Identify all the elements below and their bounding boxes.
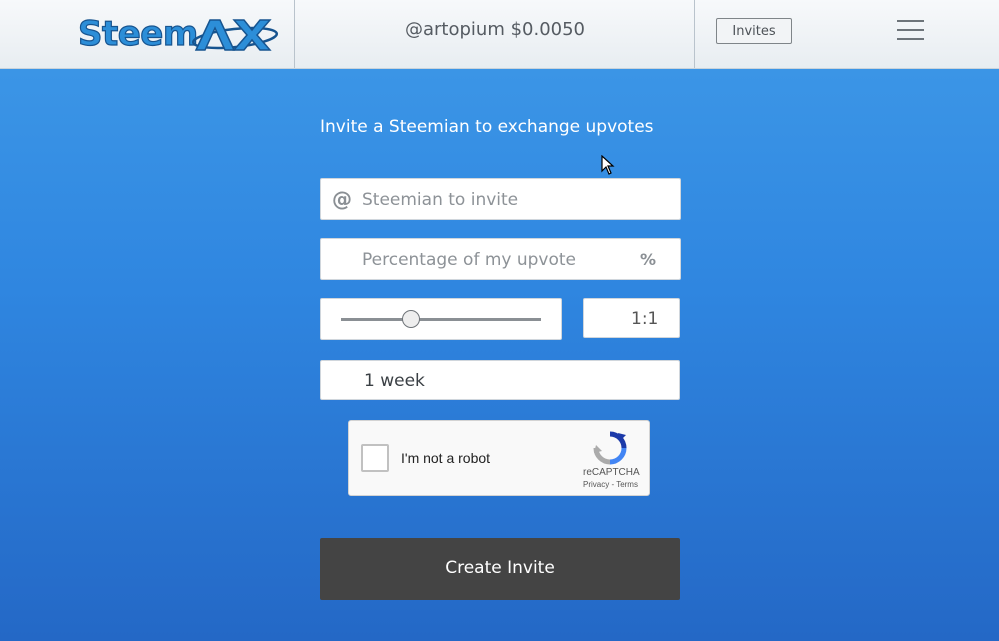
invitee-placeholder: Steemian to invite xyxy=(362,190,519,210)
at-icon: @ xyxy=(332,187,352,211)
mouse-cursor-icon xyxy=(601,155,615,175)
steemax-logo[interactable]: Steem xyxy=(77,12,279,56)
recaptcha-links[interactable]: Privacy - Terms xyxy=(583,480,638,489)
duration-value: 1 week xyxy=(364,371,425,391)
header-divider xyxy=(694,0,695,68)
invitee-input[interactable]: @ Steemian to invite xyxy=(320,178,681,220)
top-header: Steem @artopium $0.0050 Invites xyxy=(0,0,999,69)
recaptcha-label: I'm not a robot xyxy=(401,450,491,466)
slider-thumb[interactable] xyxy=(402,310,420,328)
hamburger-menu-icon[interactable] xyxy=(897,20,924,40)
recaptcha-brand: reCAPTCHA xyxy=(583,467,640,478)
logo-ax-mark xyxy=(191,19,279,51)
account-balance: @artopium $0.0050 xyxy=(404,19,586,40)
create-invite-button[interactable]: Create Invite xyxy=(320,538,680,600)
duration-select[interactable]: 1 week xyxy=(320,360,680,400)
ratio-value: 1:1 xyxy=(631,309,659,329)
slider-track[interactable] xyxy=(341,318,541,321)
percentage-placeholder: Percentage of my upvote xyxy=(362,250,577,270)
recaptcha-checkbox[interactable] xyxy=(361,444,389,472)
logo-text: Steem xyxy=(77,13,198,54)
percent-icon: % xyxy=(640,250,657,269)
ratio-display[interactable]: 1:1 xyxy=(583,298,680,338)
recaptcha-logo-icon xyxy=(593,431,627,465)
ratio-slider[interactable] xyxy=(320,298,562,340)
form-title: Invite a Steemian to exchange upvotes xyxy=(320,117,654,137)
recaptcha-widget: I'm not a robot reCAPTCHA Privacy - Term… xyxy=(348,420,650,496)
invites-button[interactable]: Invites xyxy=(716,18,792,44)
percentage-input[interactable]: Percentage of my upvote % xyxy=(320,238,681,280)
header-divider xyxy=(294,0,295,68)
